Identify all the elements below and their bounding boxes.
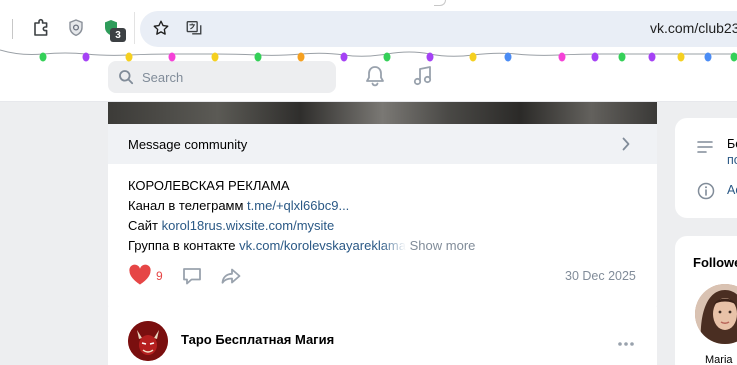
- share-icon[interactable]: [220, 266, 242, 289]
- sidebar-description-link[interactable]: по: [727, 153, 737, 167]
- more-options-icon[interactable]: [617, 335, 635, 350]
- music-note-icon[interactable]: [412, 64, 434, 91]
- extension-badge: 3: [110, 28, 126, 42]
- post-date: 30 Dec 2025: [565, 269, 636, 283]
- community-name[interactable]: Таро Бесплатная Магия: [181, 332, 334, 347]
- post-text-line: Канал в телеграмм t.me/+qlxl66bc9...: [128, 198, 349, 213]
- search-icon: [118, 69, 134, 88]
- extensions-puzzle-icon[interactable]: [30, 17, 52, 39]
- comment-icon[interactable]: [181, 266, 203, 289]
- info-icon: [697, 182, 715, 203]
- post-card: Таро Бесплатная Магия: [108, 307, 657, 365]
- post-text-line: КОРОЛЕВСКАЯ РЕКЛАМА: [128, 178, 290, 193]
- chevron-right-icon: [621, 137, 631, 154]
- follower-name[interactable]: Maria: [705, 354, 733, 365]
- browser-toolbar: 3 vk.com/club23: [0, 0, 737, 50]
- translate-icon[interactable]: [183, 17, 205, 39]
- message-community-label: Message community: [128, 137, 248, 152]
- post-text-line: Группа в контакте vk.com/korolevskayarek…: [128, 238, 548, 253]
- sidebar-description-text: Бе: [727, 137, 737, 151]
- search-placeholder: Search: [142, 70, 184, 85]
- bookmark-star-icon[interactable]: [150, 17, 172, 39]
- community-info-card: Бе по Ас: [675, 118, 737, 218]
- telegram-link[interactable]: t.me/+qlxl66bc9...: [247, 198, 349, 213]
- tab-edge: [434, 0, 446, 6]
- likes-count: 9: [156, 269, 163, 283]
- followers-title[interactable]: Followe: [693, 255, 737, 270]
- vk-header: Search: [0, 50, 737, 102]
- description-lines-icon: [697, 141, 713, 156]
- post-image[interactable]: [108, 102, 657, 124]
- search-input[interactable]: Search: [108, 61, 336, 93]
- follower-avatar[interactable]: [695, 284, 737, 344]
- address-bar[interactable]: [140, 11, 737, 47]
- toolbar-separator: [134, 12, 135, 44]
- post-text-prefix: Сайт: [128, 218, 162, 233]
- url-text[interactable]: vk.com/club23: [650, 20, 737, 36]
- followers-card: Followe Maria: [675, 236, 737, 365]
- post-text-prefix: Канал в телеграмм: [128, 198, 248, 213]
- message-community-button[interactable]: Message community: [108, 124, 657, 164]
- website-link[interactable]: korol18rus.wixsite.com/mysite: [162, 218, 335, 233]
- post-text-line: Сайт korol18rus.wixsite.com/mysite: [128, 218, 334, 233]
- post-text-prefix: Группа в контакте: [128, 238, 240, 253]
- community-avatar[interactable]: [128, 321, 168, 361]
- like-heart-icon[interactable]: [128, 264, 152, 289]
- sidebar-info-link[interactable]: Ас: [727, 183, 737, 197]
- show-more-link[interactable]: Show more: [410, 238, 476, 253]
- post-card: Message community КОРОЛЕВСКАЯ РЕКЛАМА Ка…: [108, 102, 657, 317]
- vk-group-link[interactable]: vk.com/korolevskayareklama: [239, 238, 406, 253]
- notifications-bell-icon[interactable]: [364, 64, 386, 91]
- toolbar-separator: [12, 19, 13, 39]
- shield-extension-icon[interactable]: [65, 17, 87, 39]
